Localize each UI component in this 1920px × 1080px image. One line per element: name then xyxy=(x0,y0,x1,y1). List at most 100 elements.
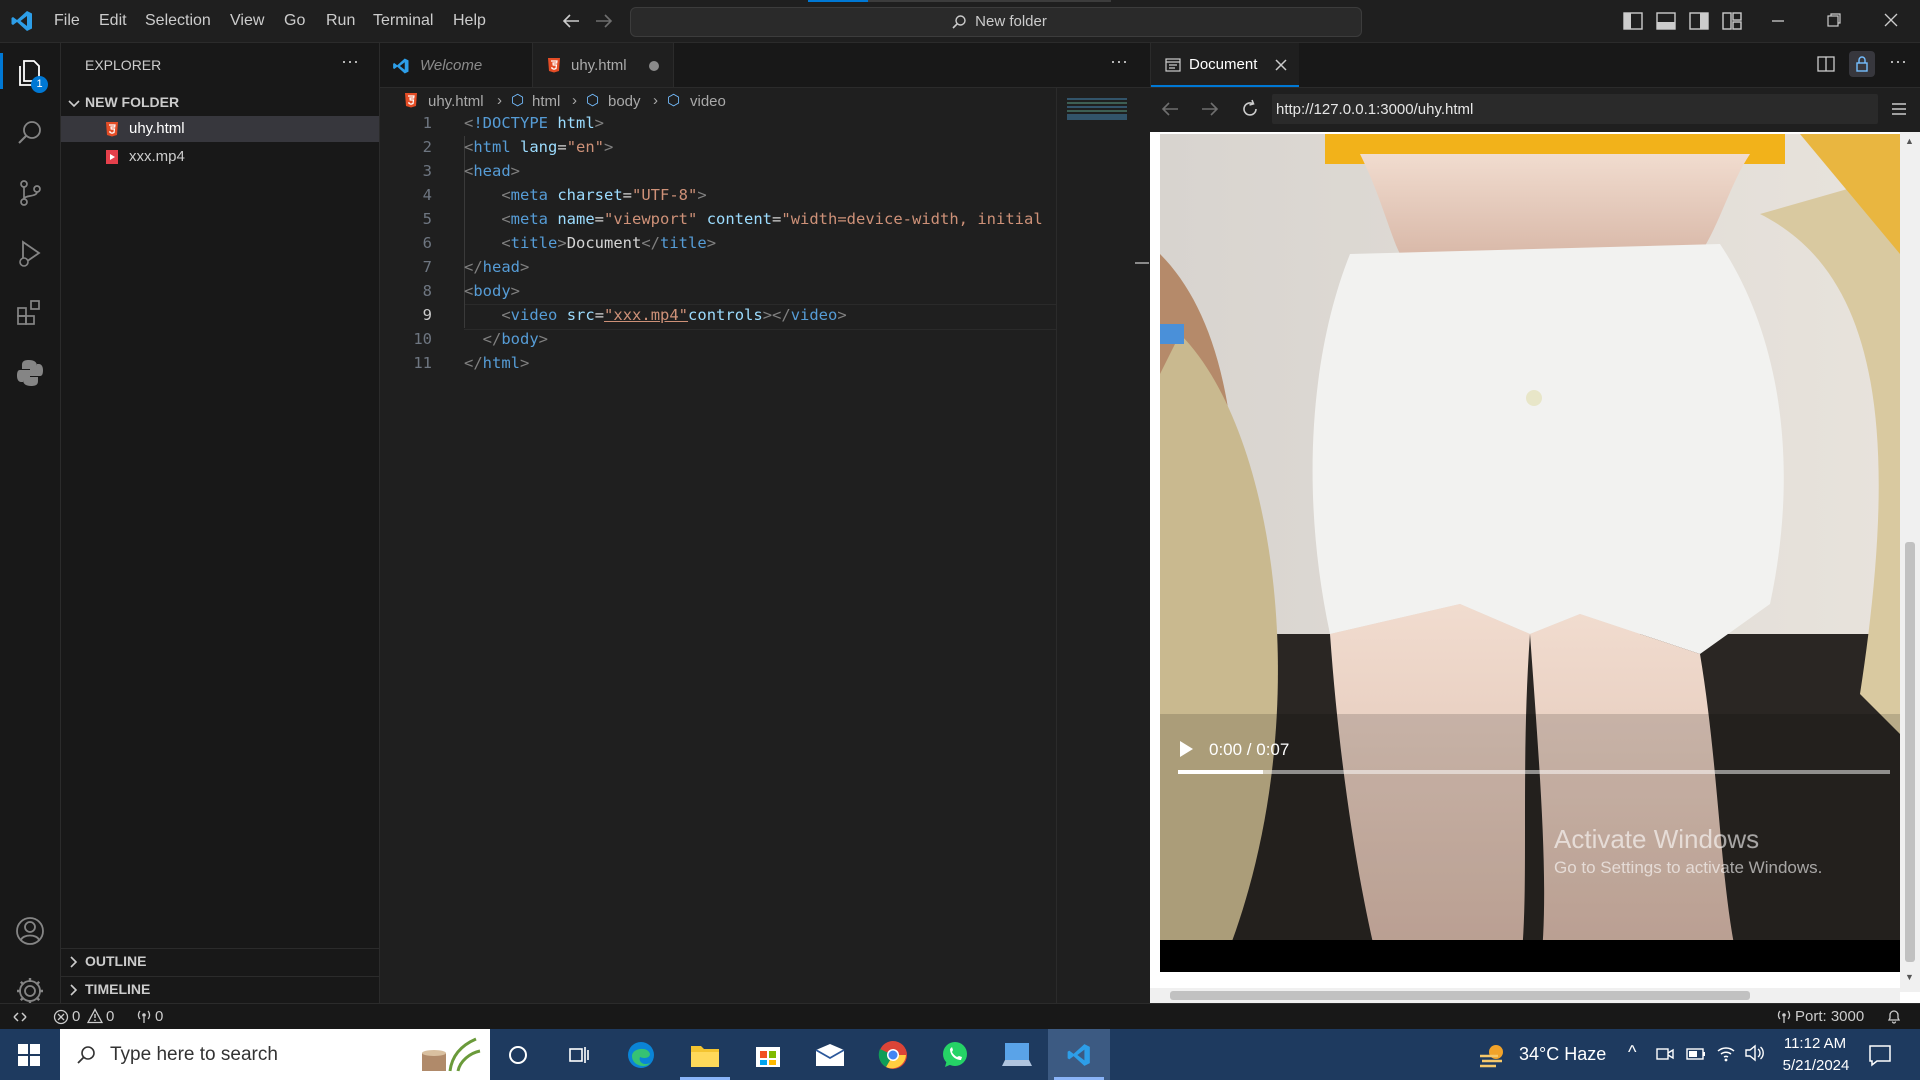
breadcrumb-body[interactable]: body xyxy=(608,93,641,110)
notification-center-icon[interactable] xyxy=(1868,1043,1892,1067)
error-icon[interactable] xyxy=(53,1009,69,1025)
extensions-icon[interactable] xyxy=(12,295,48,331)
scroll-thumb[interactable] xyxy=(1905,542,1915,962)
taskbar-search-box[interactable]: Type here to search xyxy=(60,1029,490,1080)
menu-run[interactable]: Run xyxy=(326,12,355,30)
close-window-icon[interactable] xyxy=(1883,12,1899,28)
live-server-port[interactable]: Port: 3000 xyxy=(1795,1008,1864,1025)
folder-header[interactable]: NEW FOLDER xyxy=(61,91,379,115)
play-icon[interactable] xyxy=(1178,740,1194,758)
command-center[interactable]: New folder xyxy=(630,7,1362,37)
tab-uhy-html[interactable]: uhy.html xyxy=(533,43,674,87)
outline-section[interactable]: OUTLINE xyxy=(61,948,379,973)
explorer-more-actions-icon[interactable]: ··· xyxy=(341,51,359,72)
toggle-secondary-sidebar-icon[interactable] xyxy=(1689,12,1709,30)
battery-icon[interactable] xyxy=(1686,1046,1706,1062)
search-icon[interactable] xyxy=(12,115,48,151)
error-count[interactable]: 0 xyxy=(72,1008,80,1025)
unsaved-dot-icon[interactable] xyxy=(649,61,659,71)
ports-count[interactable]: 0 xyxy=(155,1008,163,1025)
forward-arrow-icon[interactable] xyxy=(594,12,614,30)
customize-layout-icon[interactable] xyxy=(1722,12,1742,30)
code-line[interactable]: 7 </head> xyxy=(380,258,1056,282)
code-line[interactable]: 5 <meta name="viewport" content="width=d… xyxy=(380,210,1056,234)
code-line[interactable]: 8 <body> xyxy=(380,282,1056,306)
meet-now-icon[interactable] xyxy=(1656,1045,1674,1063)
breadcrumb-html[interactable]: html xyxy=(532,93,560,110)
code-line[interactable]: 2 <html lang="en"> xyxy=(380,138,1056,162)
menu-selection[interactable]: Selection xyxy=(145,12,211,30)
breadcrumb-file[interactable]: uhy.html xyxy=(428,93,484,110)
horizontal-scrollbar[interactable] xyxy=(1150,988,1900,1003)
cortana-icon[interactable] xyxy=(507,1044,529,1066)
mail-icon[interactable] xyxy=(814,1042,846,1068)
menu-terminal[interactable]: Terminal xyxy=(373,12,433,30)
chrome-icon[interactable] xyxy=(878,1040,908,1070)
split-editor-icon[interactable] xyxy=(1817,56,1835,72)
code-line[interactable]: 6 <title>Document</title> xyxy=(380,234,1056,258)
restore-icon[interactable] xyxy=(1826,12,1842,28)
volume-icon[interactable] xyxy=(1744,1044,1764,1062)
scroll-thumb[interactable] xyxy=(1170,991,1750,1000)
warning-count[interactable]: 0 xyxy=(106,1008,114,1025)
wifi-icon[interactable] xyxy=(1716,1044,1736,1062)
remote-desktop-icon[interactable] xyxy=(1002,1041,1032,1069)
minimize-icon[interactable] xyxy=(1770,14,1786,28)
reload-icon[interactable] xyxy=(1240,99,1260,119)
code-line[interactable]: 10 </body> xyxy=(380,330,1056,354)
lock-button[interactable] xyxy=(1849,51,1875,77)
notifications-bell-icon[interactable] xyxy=(1886,1008,1902,1024)
source-control-icon[interactable] xyxy=(12,175,48,211)
tab-welcome[interactable]: Welcome xyxy=(380,43,533,87)
broadcast-icon[interactable] xyxy=(136,1008,152,1024)
timeline-section[interactable]: TIMELINE xyxy=(61,976,379,1001)
warning-icon[interactable] xyxy=(87,1008,103,1024)
menu-go[interactable]: Go xyxy=(284,12,305,30)
toggle-primary-sidebar-icon[interactable] xyxy=(1623,12,1643,30)
code-editor[interactable]: uhy.html › ⬡ html › ⬡ body › ⬡ video 1 <!… xyxy=(380,88,1150,1003)
windows-start-icon[interactable] xyxy=(18,1044,40,1066)
microsoft-store-icon[interactable] xyxy=(754,1041,782,1069)
clock-date[interactable]: 5/21/2024 xyxy=(1776,1057,1856,1074)
run-debug-icon[interactable] xyxy=(12,235,48,271)
remote-icon[interactable] xyxy=(12,1009,28,1025)
scroll-down-icon[interactable]: ▼ xyxy=(1905,972,1914,982)
breadcrumb-video[interactable]: video xyxy=(690,93,726,110)
close-tab-icon[interactable] xyxy=(1275,59,1287,71)
code-line[interactable]: 9 <video src="xxx.mp4"controls></video> xyxy=(380,306,1056,330)
file-item-xxx-mp4[interactable]: xxx.mp4 xyxy=(61,144,379,170)
accounts-icon[interactable] xyxy=(12,913,48,949)
menu-icon[interactable] xyxy=(1890,101,1908,117)
code-line[interactable]: 4 <meta charset="UTF-8"> xyxy=(380,186,1056,210)
weather-haze-icon[interactable] xyxy=(1478,1041,1508,1069)
whatsapp-icon[interactable] xyxy=(940,1040,970,1070)
preview-more-actions-icon[interactable]: ··· xyxy=(1889,51,1907,72)
video-progress-track[interactable] xyxy=(1178,770,1890,774)
editor-more-actions-icon[interactable]: ··· xyxy=(1110,51,1128,72)
tab-document[interactable]: Document xyxy=(1151,43,1299,87)
minimap[interactable] xyxy=(1056,88,1151,1003)
vertical-scrollbar[interactable]: ▲ ▼ xyxy=(1900,132,1920,992)
file-item-uhy-html[interactable]: uhy.html xyxy=(61,116,379,142)
video-player[interactable]: 0:00 / 0:07 Activate Windows Go to Setti… xyxy=(1160,134,1900,972)
active-app-highlight[interactable] xyxy=(1048,1029,1110,1080)
menu-view[interactable]: View xyxy=(230,12,264,30)
clock-time[interactable]: 11:12 AM xyxy=(1780,1035,1850,1052)
scroll-up-icon[interactable]: ▲ xyxy=(1905,136,1914,146)
browser-back-icon[interactable] xyxy=(1160,100,1180,118)
python-icon[interactable] xyxy=(12,355,48,391)
toggle-panel-icon[interactable] xyxy=(1656,12,1676,30)
code-line[interactable]: 11 </html> xyxy=(380,354,1056,378)
menu-file[interactable]: File xyxy=(54,12,80,30)
back-arrow-icon[interactable] xyxy=(561,12,581,30)
weather-text[interactable]: 34°C Haze xyxy=(1519,1044,1606,1065)
url-bar[interactable]: http://127.0.0.1:3000/uhy.html xyxy=(1272,94,1878,124)
code-line[interactable]: 1 <!DOCTYPE html> xyxy=(380,114,1056,138)
browser-forward-icon[interactable] xyxy=(1200,100,1220,118)
code-line[interactable]: 3 <head> xyxy=(380,162,1056,186)
edge-browser-icon[interactable] xyxy=(626,1040,656,1070)
menu-help[interactable]: Help xyxy=(453,12,486,30)
menu-edit[interactable]: Edit xyxy=(99,12,127,30)
chevron-up-icon[interactable]: ^ xyxy=(1628,1042,1636,1063)
task-view-icon[interactable] xyxy=(568,1044,590,1066)
